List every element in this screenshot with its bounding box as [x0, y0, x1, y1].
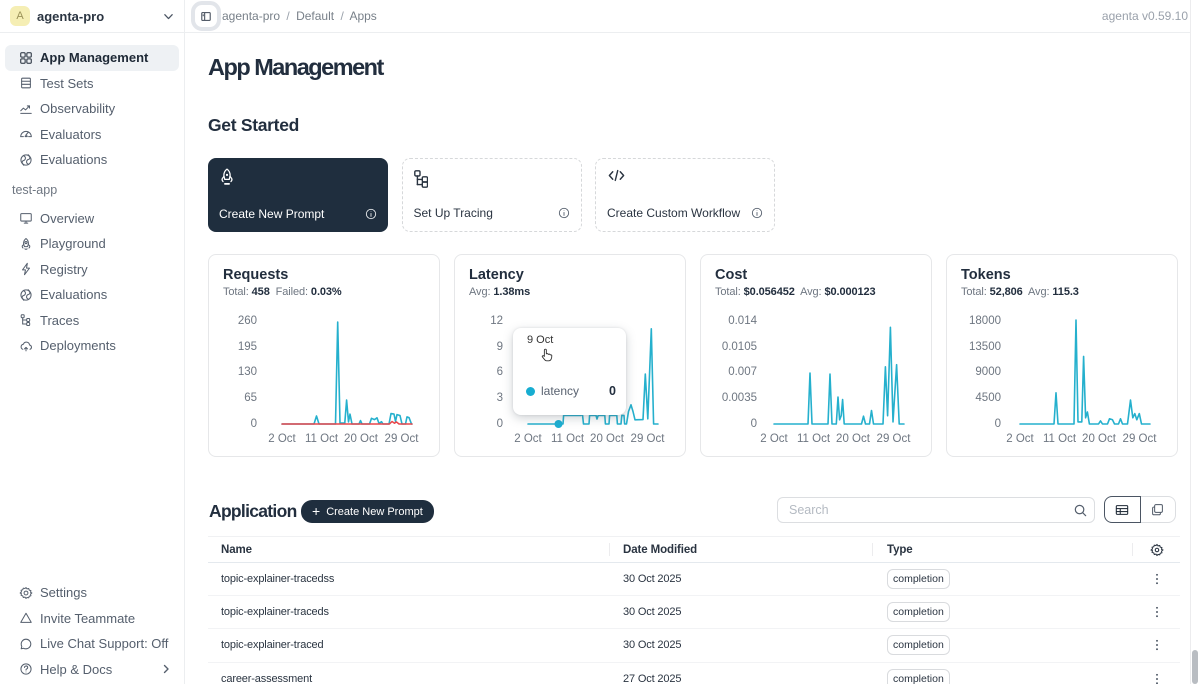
svg-text:9000: 9000: [975, 366, 1001, 378]
svg-text:0: 0: [995, 418, 1001, 430]
svg-text:0.0105: 0.0105: [722, 341, 757, 353]
svg-text:0.014: 0.014: [728, 315, 757, 327]
svg-text:2 Oct: 2 Oct: [1006, 433, 1034, 445]
svg-text:29 Oct: 29 Oct: [631, 433, 666, 445]
svg-text:12: 12: [490, 315, 503, 327]
svg-text:18000: 18000: [969, 315, 1001, 327]
svg-text:260: 260: [238, 315, 257, 327]
svg-text:11 Oct: 11 Oct: [797, 433, 831, 445]
svg-text:20 Oct: 20 Oct: [344, 433, 379, 445]
svg-text:0: 0: [751, 418, 757, 430]
svg-text:65: 65: [244, 392, 257, 404]
svg-text:130: 130: [238, 366, 257, 378]
svg-text:20 Oct: 20 Oct: [1082, 433, 1117, 445]
svg-text:11 Oct: 11 Oct: [551, 433, 585, 445]
svg-text:3: 3: [497, 392, 503, 404]
svg-text:11 Oct: 11 Oct: [305, 433, 339, 445]
svg-text:29 Oct: 29 Oct: [877, 433, 912, 445]
svg-text:4500: 4500: [975, 392, 1001, 404]
svg-text:195: 195: [238, 341, 257, 353]
svg-text:11 Oct: 11 Oct: [1043, 433, 1077, 445]
svg-text:2 Oct: 2 Oct: [514, 433, 542, 445]
svg-text:29 Oct: 29 Oct: [1123, 433, 1158, 445]
svg-text:0.007: 0.007: [728, 366, 757, 378]
svg-text:0.0035: 0.0035: [722, 392, 757, 404]
svg-text:13500: 13500: [969, 341, 1001, 353]
svg-text:2 Oct: 2 Oct: [760, 433, 788, 445]
svg-text:20 Oct: 20 Oct: [590, 433, 625, 445]
svg-text:6: 6: [497, 366, 503, 378]
svg-text:0: 0: [497, 418, 503, 430]
svg-text:2 Oct: 2 Oct: [268, 433, 296, 445]
svg-text:20 Oct: 20 Oct: [836, 433, 871, 445]
svg-text:29 Oct: 29 Oct: [385, 433, 420, 445]
svg-text:0: 0: [251, 418, 257, 430]
svg-text:9: 9: [497, 341, 503, 353]
